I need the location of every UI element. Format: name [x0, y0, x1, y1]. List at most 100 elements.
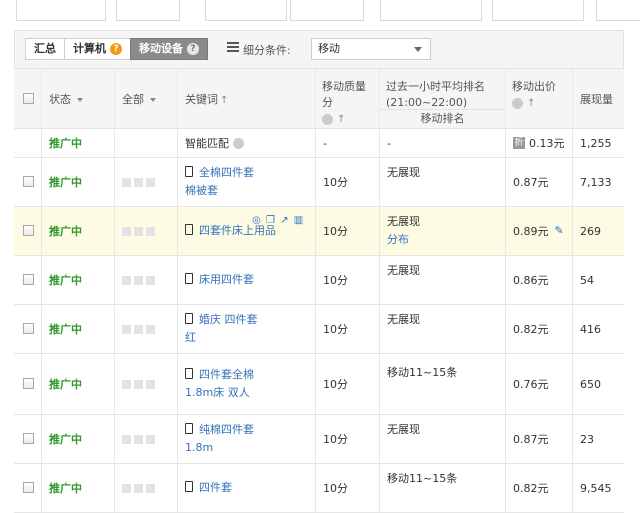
rank-value: 无展现 [387, 215, 420, 228]
quality-value: 10分 [323, 378, 348, 391]
table-row-smart-match: 推广中 智能匹配 - - 折 0.13元 1,255 [14, 129, 624, 158]
pending-placeholder [122, 379, 155, 389]
row-checkbox[interactable] [23, 225, 34, 236]
status-text: 推广中 [49, 274, 82, 287]
trash-icon[interactable]: ▥ [293, 215, 304, 226]
discount-badge: 折 [513, 137, 525, 149]
keyword-link[interactable]: 纯棉四件套1.8m [185, 421, 265, 457]
pending-placeholder [122, 177, 155, 187]
table-row: 推广中 四件套 10分 移动11~15条 0.82元 9,545 [14, 464, 624, 513]
column-label: 关键词 [185, 93, 218, 106]
rank-distribution-link[interactable]: 分布 [387, 231, 409, 249]
mobile-icon [185, 224, 193, 235]
keyword-link[interactable]: 婚庆 四件套 红 [185, 311, 265, 347]
tab-summary[interactable]: 汇总 [25, 38, 65, 60]
row-checkbox[interactable] [23, 482, 34, 493]
bid-value: 0.87元 [513, 176, 549, 189]
top-input-stub[interactable] [116, 0, 180, 21]
keyword-link[interactable]: 四件套 [185, 479, 295, 497]
chevron-down-icon [414, 47, 422, 52]
mobile-icon [185, 423, 193, 434]
sort-arrow-icon: ↑ [337, 114, 346, 125]
target-icon[interactable]: ◎ [251, 215, 262, 226]
top-input-stub[interactable] [380, 0, 482, 21]
table-row: 推广中 纯棉四件套1.8m 10分 无展现 0.87元 23 [14, 415, 624, 464]
keyword-link[interactable]: 全棉四件套 棉被套 [185, 164, 265, 200]
pending-placeholder [122, 324, 155, 334]
table-header: 状态 全部 关键词 ↑ 移动质量分 ↑ 过去一小时平均排名(21:00~22:00… [14, 68, 624, 129]
keyword-text: 四件套 [199, 481, 232, 494]
row-checkbox[interactable] [23, 274, 34, 285]
keyword-text: 婚庆 四件套 红 [185, 313, 258, 344]
bid-value: 0.13元 [529, 137, 565, 150]
help-icon[interactable] [512, 97, 523, 109]
smart-match-label: 智能匹配 [185, 137, 229, 150]
top-input-stub[interactable] [596, 0, 640, 21]
impressions-value: 650 [580, 377, 601, 391]
trend-chart-icon[interactable]: ↗ [279, 215, 290, 226]
status-text: 推广中 [49, 433, 82, 446]
table-row-highlighted: 推广中 四套件床上用品 ◎ ❐ ↗ ▥ 10分 无展现 分布 0.89元 ✎ 269 [14, 207, 624, 256]
help-icon[interactable] [233, 137, 244, 149]
tab-mobile-device[interactable]: 移动设备 ? [130, 38, 208, 60]
keyword-text: 纯棉四件套1.8m [185, 423, 254, 454]
tab-computer[interactable]: 计算机 ? [64, 38, 131, 60]
copy-icon[interactable]: ❐ [265, 215, 276, 226]
status-text: 推广中 [49, 176, 82, 189]
rank-value: - [387, 136, 391, 150]
rank-value: 无展现 [387, 313, 420, 326]
table-row: 推广中 婚庆 四件套 红 10分 无展现 0.82元 416 [14, 305, 624, 354]
impressions-value: 7,133 [580, 175, 612, 189]
rank-value: 移动11~15条 [387, 366, 458, 379]
row-checkbox[interactable] [23, 378, 34, 389]
sort-arrow-icon: ↑ [220, 95, 229, 106]
keyword-link[interactable]: 床用四件套 [185, 271, 265, 289]
segment-select[interactable]: 移动 [311, 38, 431, 60]
quality-value: 10分 [323, 433, 348, 446]
top-input-stub[interactable] [205, 0, 287, 21]
quality-value: 10分 [323, 176, 348, 189]
tab-label: 移动设备 [139, 42, 183, 55]
top-input-stub[interactable] [492, 0, 584, 21]
top-input-stub[interactable] [16, 0, 106, 21]
impressions-value: 23 [580, 432, 594, 446]
table-row: 推广中 全棉四件套 棉被套 10分 无展现 0.87元 7,133 [14, 158, 624, 207]
impressions-value: 269 [580, 224, 601, 238]
top-input-stub[interactable] [290, 0, 364, 21]
rank-value: 移动11~15条 [387, 472, 458, 485]
impressions-column-header[interactable]: 展现量 [573, 69, 624, 128]
quality-value: 10分 [323, 323, 348, 336]
column-sublabel: 移动排名 [380, 109, 505, 128]
mobile-icon [185, 313, 193, 324]
quality-column-header[interactable]: 移动质量分 ↑ [316, 69, 380, 128]
bid-column-header[interactable]: 移动出价 ↑ [506, 69, 573, 128]
segment-label: 细分条件: [243, 44, 291, 57]
keyword-link[interactable]: 四件套全棉 1.8m床 双人 [185, 366, 265, 402]
column-label: 移动出价 [512, 80, 556, 93]
keyword-column-header[interactable]: 关键词 ↑ [178, 69, 316, 128]
column-label: 移动质量分 [322, 80, 366, 109]
impressions-value: 1,255 [580, 136, 612, 150]
select-all-checkbox[interactable] [23, 93, 34, 104]
status-text: 推广中 [49, 323, 82, 336]
row-checkbox[interactable] [23, 323, 34, 334]
list-icon [227, 42, 239, 52]
edit-pencil-icon[interactable]: ✎ [555, 225, 565, 236]
bid-value: 0.82元 [513, 323, 549, 336]
all-filter-header[interactable]: 全部 [115, 69, 178, 128]
tab-label: 计算机 [73, 42, 106, 55]
help-icon[interactable]: ? [187, 43, 199, 55]
row-checkbox[interactable] [23, 176, 34, 187]
help-icon[interactable] [322, 113, 333, 125]
pending-placeholder [122, 275, 155, 285]
row-checkbox[interactable] [23, 433, 34, 444]
keyword-table: 状态 全部 关键词 ↑ 移动质量分 ↑ 过去一小时平均排名(21:00~22:00… [14, 68, 624, 513]
column-label: 全部 [122, 93, 144, 106]
keyword-text: 床用四件套 [199, 273, 254, 286]
mobile-icon [185, 368, 193, 379]
impressions-value: 416 [580, 322, 601, 336]
help-icon[interactable]: ? [110, 43, 122, 55]
segment-select-value: 移动 [318, 42, 340, 55]
status-column-header[interactable]: 状态 [42, 69, 115, 128]
tab-label: 汇总 [34, 42, 56, 55]
